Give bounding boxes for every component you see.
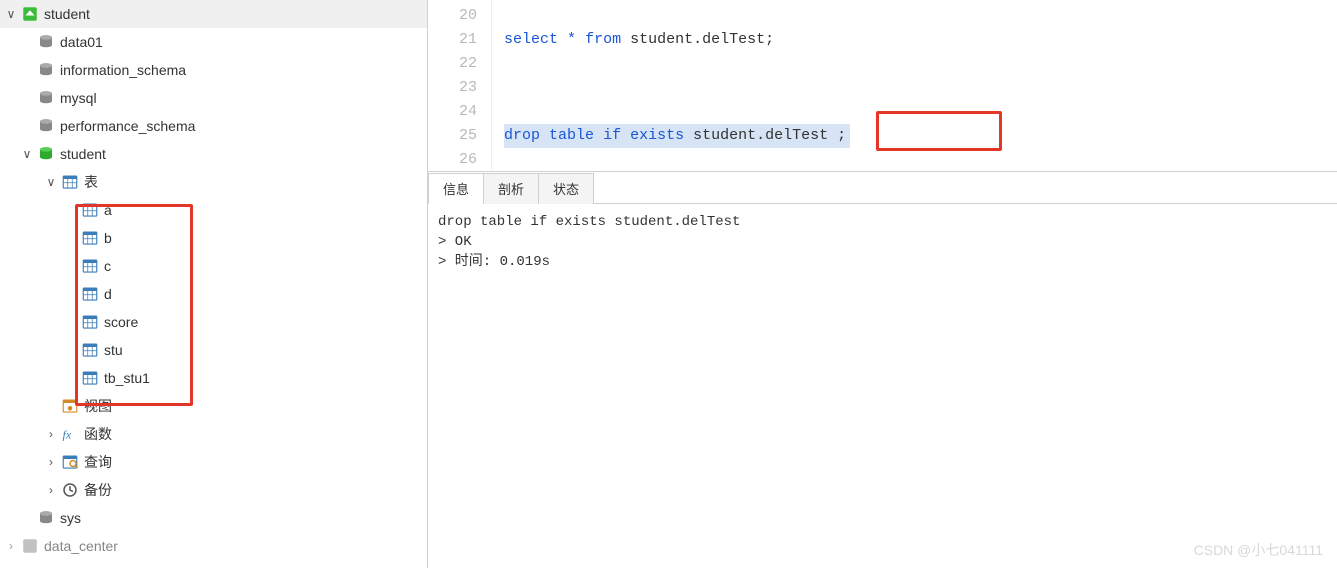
line-number: 23: [428, 76, 477, 100]
views-label: 视图: [84, 396, 112, 416]
database-icon: [36, 116, 56, 136]
code-line: [504, 4, 1337, 28]
table-folder-icon: [60, 172, 80, 192]
tab-info[interactable]: 信息: [428, 173, 484, 204]
database-icon: [36, 508, 56, 528]
line-gutter: 20 21 22 23 24 25 26: [428, 0, 492, 171]
svg-text:fx: fx: [63, 428, 72, 442]
code-line: [504, 148, 1337, 172]
connection-item[interactable]: ∨ student: [0, 0, 427, 28]
line-number: 24: [428, 100, 477, 124]
db-item[interactable]: performance_schema: [0, 112, 427, 140]
table-item[interactable]: score: [0, 308, 427, 336]
result-tabs: 信息 剖析 状态: [428, 172, 1337, 204]
table-label: d: [104, 286, 112, 302]
connection-item[interactable]: › data_center: [0, 532, 427, 560]
queries-label: 查询: [84, 452, 112, 472]
output-line: > OK: [438, 234, 472, 250]
code-line: drop table if exists student.delTest ;: [504, 124, 1337, 148]
db-item-student[interactable]: ∨ student: [0, 140, 427, 168]
tables-folder[interactable]: ∨ 表: [0, 168, 427, 196]
database-active-icon: [36, 144, 56, 164]
backup-icon: [60, 480, 80, 500]
expander-icon[interactable]: ›: [44, 483, 58, 497]
db-item[interactable]: information_schema: [0, 56, 427, 84]
table-label: tb_stu1: [104, 370, 150, 386]
code-line: [504, 52, 1337, 76]
line-number: 26: [428, 148, 477, 172]
database-icon: [36, 60, 56, 80]
database-icon: [36, 32, 56, 52]
views-folder[interactable]: 视图: [0, 392, 427, 420]
table-item[interactable]: b: [0, 224, 427, 252]
line-number: 21: [428, 28, 477, 52]
sql-editor[interactable]: 20 21 22 23 24 25 26 select * from stude…: [428, 0, 1337, 172]
table-label: a: [104, 202, 112, 218]
function-icon: fx: [60, 424, 80, 444]
line-number: 25: [428, 124, 477, 148]
table-label: score: [104, 314, 138, 330]
table-item[interactable]: a: [0, 196, 427, 224]
backups-label: 备份: [84, 480, 112, 500]
table-icon: [80, 340, 100, 360]
db-label: student: [60, 146, 106, 162]
functions-folder[interactable]: › fx 函数: [0, 420, 427, 448]
expander-icon[interactable]: ›: [4, 539, 18, 553]
connection-label: data_center: [44, 538, 118, 554]
table-icon: [80, 256, 100, 276]
tab-status[interactable]: 状态: [538, 173, 594, 204]
table-label: c: [104, 258, 111, 274]
db-label: information_schema: [60, 62, 186, 78]
table-item[interactable]: c: [0, 252, 427, 280]
expander-icon[interactable]: ∨: [4, 7, 18, 21]
db-label: mysql: [60, 90, 97, 106]
tables-label: 表: [84, 172, 98, 192]
table-icon: [80, 284, 100, 304]
table-icon: [80, 368, 100, 388]
db-item[interactable]: data01: [0, 28, 427, 56]
expander-icon[interactable]: ∨: [44, 175, 58, 189]
connection-label: student: [44, 6, 90, 22]
functions-label: 函数: [84, 424, 112, 444]
table-item[interactable]: stu: [0, 336, 427, 364]
tab-profile[interactable]: 剖析: [483, 173, 539, 204]
output-line: > 时间: 0.019s: [438, 254, 550, 270]
db-tree-sidebar: ∨ student data01 information_schema mysq…: [0, 0, 428, 568]
code-area[interactable]: select * from student.delTest; drop tabl…: [492, 0, 1337, 171]
views-icon: [60, 396, 80, 416]
table-label: b: [104, 230, 112, 246]
expander-icon[interactable]: ›: [44, 427, 58, 441]
main-panel: 20 21 22 23 24 25 26 select * from stude…: [428, 0, 1337, 568]
line-number: 22: [428, 52, 477, 76]
db-label: sys: [60, 510, 81, 526]
db-label: performance_schema: [60, 118, 195, 134]
database-icon: [36, 88, 56, 108]
line-number: 20: [428, 4, 477, 28]
code-line: [504, 100, 1337, 124]
queries-folder[interactable]: › 查询: [0, 448, 427, 476]
backups-folder[interactable]: › 备份: [0, 476, 427, 504]
table-item[interactable]: tb_stu1: [0, 364, 427, 392]
table-item[interactable]: d: [0, 280, 427, 308]
expander-icon[interactable]: ›: [44, 455, 58, 469]
connection-icon: [20, 536, 40, 556]
expander-icon[interactable]: ∨: [20, 147, 34, 161]
table-icon: [80, 312, 100, 332]
output-panel[interactable]: drop table if exists student.delTest > O…: [428, 204, 1337, 568]
connection-icon: [20, 4, 40, 24]
db-item-sys[interactable]: sys: [0, 504, 427, 532]
table-icon: [80, 228, 100, 248]
db-label: data01: [60, 34, 103, 50]
table-icon: [80, 200, 100, 220]
output-line: drop table if exists student.delTest: [438, 214, 740, 230]
db-item[interactable]: mysql: [0, 84, 427, 112]
code-line: select * from student.delTest;: [504, 28, 1337, 52]
code-line: [504, 76, 1337, 100]
table-label: stu: [104, 342, 123, 358]
query-icon: [60, 452, 80, 472]
watermark: CSDN @小七041111: [1194, 540, 1323, 560]
